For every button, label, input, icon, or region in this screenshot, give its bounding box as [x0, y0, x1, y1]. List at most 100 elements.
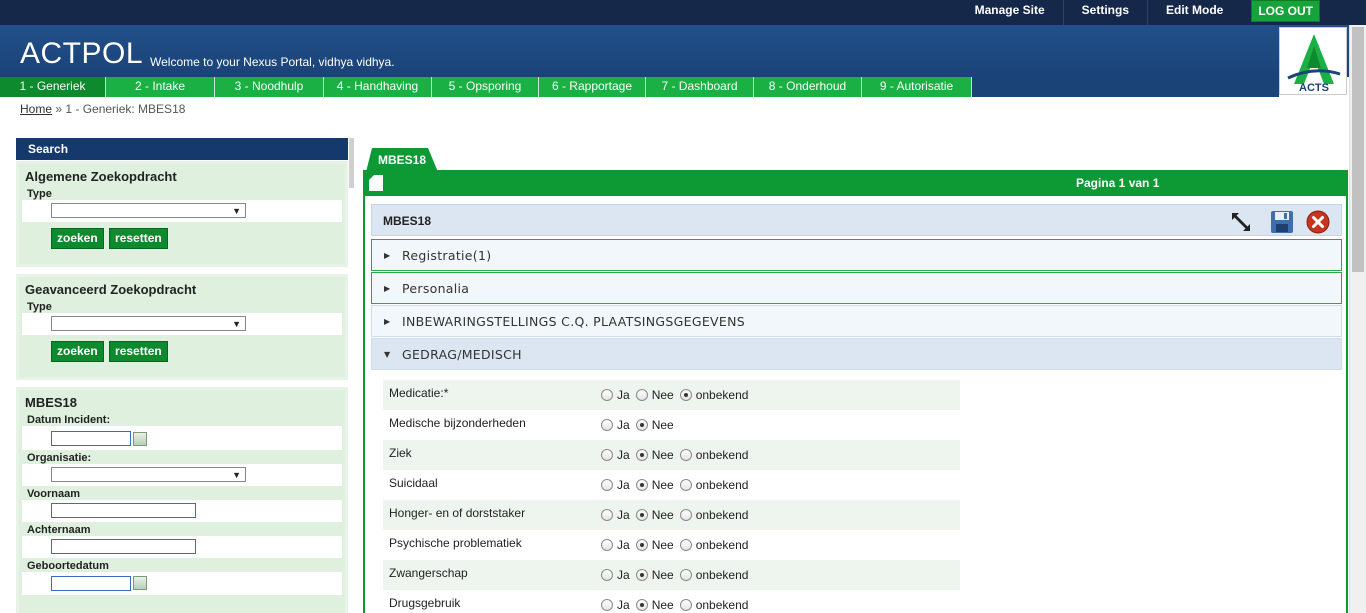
calendar-icon[interactable]	[133, 576, 147, 591]
radio-yes[interactable]	[601, 418, 613, 431]
expand-icon[interactable]	[1229, 210, 1253, 234]
radio-no[interactable]	[635, 418, 648, 431]
nav-tab-noodhulp[interactable]: 3 - Noodhulp	[215, 77, 324, 97]
section-gedrag-medisch[interactable]: ▼ GEDRAG/MEDISCH	[371, 338, 1342, 370]
nav-tab-rapportage[interactable]: 6 - Rapportage	[539, 77, 646, 97]
radio-yes[interactable]	[601, 448, 613, 461]
radio-unknown[interactable]	[679, 538, 692, 551]
logout-button[interactable]: LOG OUT	[1251, 0, 1320, 22]
page-scrollbar[interactable]	[1349, 25, 1366, 613]
radio-option-unknown[interactable]: onbekend	[679, 567, 748, 582]
radio-label: onbekend	[695, 538, 749, 552]
radio-unknown[interactable]	[679, 478, 692, 491]
radio-no[interactable]	[635, 508, 648, 521]
close-icon[interactable]	[1306, 210, 1330, 234]
tab-mbes18[interactable]: MBES18	[366, 148, 438, 172]
radio-option-no[interactable]: Nee	[635, 387, 674, 402]
manage-site-link[interactable]: Manage Site	[957, 0, 1064, 25]
top-bar: Manage Site Settings Edit Mode LOG OUT	[0, 0, 1366, 25]
radio-option-unknown[interactable]: onbekend	[679, 477, 749, 492]
radio-label: onbekend	[695, 598, 749, 612]
general-search-button[interactable]: zoeken	[51, 228, 104, 249]
radio-option-no[interactable]: Nee	[635, 477, 674, 492]
radio-option-unknown[interactable]: onbekend	[679, 507, 748, 522]
radio-option-yes[interactable]: Ja	[601, 567, 630, 582]
radio-option-yes[interactable]: Ja	[601, 507, 630, 522]
advanced-reset-button[interactable]: resetten	[109, 341, 168, 362]
radio-option-yes[interactable]: Ja	[601, 597, 630, 612]
question-row: Zwangerschap Ja Nee onbekend	[383, 560, 960, 590]
radio-option-yes[interactable]: Ja	[601, 387, 630, 402]
welcome-message: Welcome to your Nexus Portal, vidhya vid…	[150, 55, 395, 69]
edit-mode-link[interactable]: Edit Mode	[1148, 0, 1241, 25]
advanced-search-title: Geavanceerd Zoekopdracht	[25, 282, 197, 297]
advanced-type-select[interactable]: ▼	[51, 316, 246, 331]
incident-date-input[interactable]	[51, 431, 131, 447]
radio-option-yes[interactable]: Ja	[601, 477, 630, 492]
advanced-search-button[interactable]: zoeken	[51, 341, 104, 362]
general-reset-button[interactable]: resetten	[109, 228, 168, 249]
radio-option-no[interactable]: Nee	[635, 447, 674, 462]
radio-yes[interactable]	[601, 598, 613, 611]
nav-fill	[972, 77, 1279, 97]
radio-yes[interactable]	[601, 478, 613, 491]
document-icon[interactable]	[369, 175, 383, 191]
radio-no[interactable]	[635, 388, 648, 401]
nav-tab-generiek[interactable]: 1 - Generiek	[0, 77, 106, 97]
radio-option-no[interactable]: Nee	[635, 537, 674, 552]
radio-unknown[interactable]	[679, 388, 692, 401]
section-registratie[interactable]: ▶ Registratie(1)	[371, 239, 1342, 271]
radio-no[interactable]	[635, 478, 648, 491]
site-brand[interactable]: ACTPOL	[20, 37, 143, 71]
radio-option-unknown[interactable]: onbekend	[679, 537, 749, 552]
calendar-icon[interactable]	[133, 431, 147, 446]
radio-option-unknown[interactable]: onbekend	[679, 447, 748, 462]
radio-label: Ja	[617, 538, 630, 552]
nav-tab-opsporing[interactable]: 5 - Opsporing	[432, 77, 539, 97]
radio-yes[interactable]	[601, 538, 613, 551]
radio-label: onbekend	[695, 478, 749, 492]
radio-unknown[interactable]	[679, 448, 692, 461]
settings-link[interactable]: Settings	[1064, 0, 1148, 25]
acts-logo[interactable]: ACTS	[1279, 27, 1347, 95]
nav-tab-autorisatie[interactable]: 9 - Autorisatie	[862, 77, 972, 97]
radio-unknown[interactable]	[679, 568, 692, 581]
advanced-search-panel: Geavanceerd Zoekopdracht Type ▼ zoeken r…	[16, 274, 348, 380]
section-inbewaringstelling[interactable]: ▶ INBEWARINGSTELLINGS C.Q. PLAATSINGSGEG…	[371, 305, 1342, 337]
radio-yes[interactable]	[601, 388, 613, 401]
radio-unknown[interactable]	[679, 598, 692, 611]
general-type-select[interactable]: ▼	[51, 203, 246, 218]
radio-option-no[interactable]: Nee	[635, 567, 674, 582]
organisation-select[interactable]: ▼	[51, 467, 246, 483]
sidebar-splitter[interactable]	[349, 138, 354, 188]
section-personalia[interactable]: ▶ Personalia	[371, 272, 1342, 304]
radio-yes[interactable]	[601, 568, 613, 581]
top-links: Manage Site Settings Edit Mode LOG OUT	[957, 0, 1320, 25]
radio-no[interactable]	[635, 448, 648, 461]
last-name-input[interactable]	[51, 539, 196, 555]
radio-option-unknown[interactable]: onbekend	[679, 597, 749, 612]
nav-tab-dashboard[interactable]: 7 - Dashboard	[646, 77, 754, 97]
save-icon[interactable]	[1270, 210, 1294, 234]
radio-option-no[interactable]: Nee	[635, 507, 674, 522]
radio-yes[interactable]	[601, 508, 613, 521]
section-label: Registratie(1)	[402, 248, 492, 263]
radio-unknown[interactable]	[679, 508, 692, 521]
radio-option-unknown[interactable]: onbekend	[679, 387, 748, 402]
radio-no[interactable]	[635, 598, 648, 611]
first-name-input[interactable]	[51, 503, 196, 519]
nav-tab-onderhoud[interactable]: 8 - Onderhoud	[754, 77, 862, 97]
radio-option-yes[interactable]: Ja	[601, 417, 630, 432]
nav-tab-handhaving[interactable]: 4 - Handhaving	[324, 77, 432, 97]
radio-no[interactable]	[635, 538, 648, 551]
radio-option-yes[interactable]: Ja	[601, 447, 630, 462]
radio-option-no[interactable]: Nee	[635, 597, 674, 612]
scrollbar-thumb[interactable]	[1352, 27, 1364, 272]
radio-option-yes[interactable]: Ja	[601, 537, 630, 552]
breadcrumb-home-link[interactable]: Home	[20, 102, 52, 116]
birth-date-input[interactable]	[51, 575, 131, 591]
radio-option-no[interactable]: Nee	[635, 417, 674, 432]
nav-tab-intake[interactable]: 2 - Intake	[106, 77, 215, 97]
radio-label: Nee	[651, 448, 674, 462]
radio-no[interactable]	[635, 568, 648, 581]
